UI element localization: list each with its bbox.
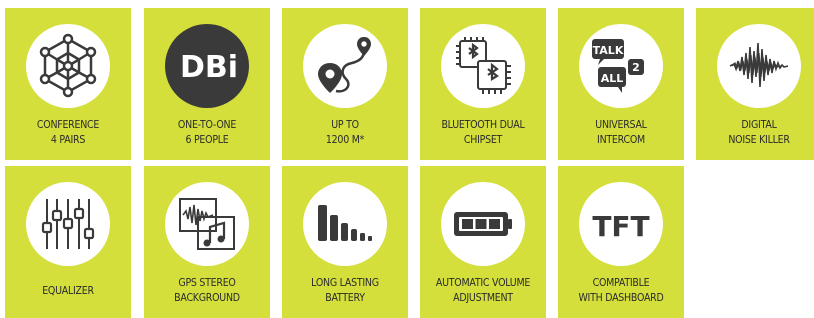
two-bubble-text: 2 [632, 61, 640, 74]
feature-label-line1: ONE-TO-ONE [177, 118, 237, 131]
feature-label-line2: 6 PEOPLE [185, 133, 229, 146]
gps-route-icon [318, 37, 371, 93]
talk-all-bubbles-icon: TALK ALL 2 [592, 39, 644, 93]
feature-icon-circle: DBi [165, 24, 249, 108]
feature-label: COMPATIBLE WITH DASHBOARD [567, 266, 675, 314]
feature-label-line2: 4 PAIRS [50, 133, 86, 146]
feature-label: DIGITAL NOISE KILLER [705, 108, 813, 156]
feature-label: GPS STEREO BACKGROUND [153, 266, 261, 314]
feature-icon-circle [441, 182, 525, 266]
feature-label-line2: WITH DASHBOARD [578, 291, 664, 304]
feature-label-line1: UNIVERSAL [595, 118, 647, 131]
feature-label-line1: AUTOMATIC VOLUME [435, 276, 531, 289]
tft-text: TFT [592, 210, 649, 243]
feature-icon-circle [303, 182, 387, 266]
feature-label-line2: BATTERY [325, 291, 365, 304]
dbi-logo-icon: DBi [180, 50, 238, 85]
feature-label-line2: INTERCOM [597, 133, 645, 146]
feature-label-line1: EQUALIZER [42, 283, 94, 297]
feature-label-line1: LONG LASTING [311, 276, 379, 289]
feature-tile-intercom: TALK ALL 2 UNIVERSAL INTERCOM [558, 8, 684, 160]
feature-label: CONFERENCE 4 PAIRS [14, 108, 122, 156]
feature-label-line1: GPS STEREO [178, 276, 236, 289]
all-bubble-text: ALL [601, 72, 624, 85]
feature-tile-range: UP TO 1200 M* [282, 8, 408, 160]
volume-meter-icon [454, 212, 512, 236]
feature-icon-circle [717, 24, 801, 108]
feature-label: AUTOMATIC VOLUME ADJUSTMENT [429, 266, 537, 314]
feature-tile-noise-killer: DIGITAL NOISE KILLER [696, 8, 814, 160]
feature-icon-circle [165, 182, 249, 266]
feature-label: ONE-TO-ONE 6 PEOPLE [153, 108, 261, 156]
feature-label-line2: BACKGROUND [174, 291, 240, 304]
battery-bars-icon [318, 205, 372, 241]
feature-tile-equalizer: EQUALIZER [5, 166, 131, 318]
feature-label: BLUETOOTH DUAL CHIPSET [429, 108, 537, 156]
features-grid: CONFERENCE 4 PAIRS DBi ONE-TO-ONE 6 PEOP… [0, 0, 814, 318]
bluetooth-chipset-icon [456, 37, 511, 94]
feature-icon-circle: TALK ALL 2 [579, 24, 663, 108]
feature-icon-circle: TFT [579, 182, 663, 266]
feature-label: EQUALIZER [14, 266, 122, 314]
feature-label-line1: UP TO [331, 118, 359, 131]
feature-tile-one-to-one: DBi ONE-TO-ONE 6 PEOPLE [144, 8, 270, 160]
feature-label-line1: DIGITAL [741, 118, 777, 131]
feature-tile-battery: LONG LASTING BATTERY [282, 166, 408, 318]
stereo-background-icon [179, 198, 235, 250]
feature-label-line1: CONFERENCE [36, 118, 100, 131]
feature-label: LONG LASTING BATTERY [291, 266, 399, 314]
feature-tile-tft: TFT COMPATIBLE WITH DASHBOARD [558, 166, 684, 318]
tft-display-icon: TFT [592, 210, 649, 243]
feature-icon-circle [26, 24, 110, 108]
feature-icon-circle [441, 24, 525, 108]
feature-tile-gps-stereo: GPS STEREO BACKGROUND [144, 166, 270, 318]
conference-network-icon [39, 33, 97, 98]
feature-label-line2: CHIPSET [463, 133, 503, 146]
noise-waveform-icon [729, 42, 789, 88]
feature-tile-conference: CONFERENCE 4 PAIRS [5, 8, 131, 160]
feature-icon-circle [303, 24, 387, 108]
feature-icon-circle [26, 182, 110, 266]
dbi-logo-text: DBi [180, 50, 238, 85]
feature-label-line2: 1200 M* [325, 133, 365, 146]
equalizer-sliders-icon [41, 199, 95, 249]
talk-bubble-text: TALK [593, 44, 624, 57]
feature-tile-volume: AUTOMATIC VOLUME ADJUSTMENT [420, 166, 546, 318]
feature-label-line1: COMPATIBLE [592, 276, 650, 289]
feature-label: UNIVERSAL INTERCOM [567, 108, 675, 156]
feature-label-line2: NOISE KILLER [728, 133, 790, 146]
feature-label-line2: ADJUSTMENT [453, 291, 513, 304]
feature-label-line1: BLUETOOTH DUAL [441, 118, 525, 131]
feature-label: UP TO 1200 M* [291, 108, 399, 156]
feature-tile-bluetooth: BLUETOOTH DUAL CHIPSET [420, 8, 546, 160]
